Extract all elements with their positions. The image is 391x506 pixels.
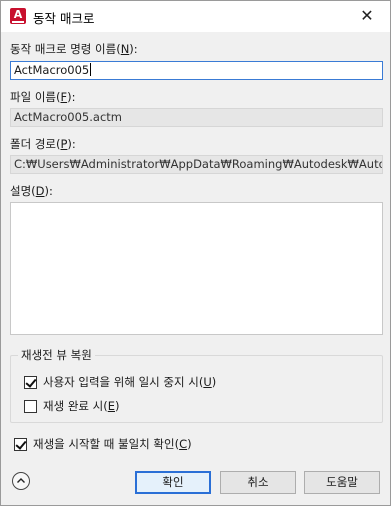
macro-name-label: 동작 매크로 명령 이름(N): bbox=[10, 42, 138, 56]
pause-for-input-label: 사용자 입력을 위해 일시 중지 시(U) bbox=[43, 375, 217, 389]
check-mismatch-label: 재생을 시작할 때 불일치 확인(C) bbox=[33, 437, 192, 451]
macro-name-input[interactable]: ActMacro005 bbox=[10, 61, 383, 80]
playback-complete-option[interactable]: 재생 완료 시(E) bbox=[24, 398, 120, 414]
autocad-app-icon: A bbox=[10, 8, 26, 24]
close-button[interactable]: ✕ bbox=[344, 1, 390, 32]
text-caret bbox=[90, 63, 92, 76]
playback-complete-label: 재생 완료 시(E) bbox=[43, 399, 120, 413]
action-macro-dialog: A 동작 매크로 ✕ 동작 매크로 명령 이름(N): ActMacro005 … bbox=[0, 0, 391, 506]
ok-button[interactable]: 확인 bbox=[135, 471, 211, 494]
description-textarea[interactable] bbox=[10, 202, 383, 335]
folder-path-label: 폴더 경로(P): bbox=[10, 137, 76, 151]
description-label: 설명(D): bbox=[10, 184, 53, 198]
file-name-label: 파일 이름(F): bbox=[10, 90, 76, 104]
collapse-button[interactable] bbox=[12, 472, 30, 490]
restore-view-group-title: 재생전 뷰 복원 bbox=[18, 347, 95, 363]
cancel-button[interactable]: 취소 bbox=[220, 471, 296, 494]
title-bar: A 동작 매크로 ✕ bbox=[1, 1, 390, 32]
check-mismatch-option[interactable]: 재생을 시작할 때 불일치 확인(C) bbox=[14, 436, 192, 452]
pause-for-input-option[interactable]: 사용자 입력을 위해 일시 중지 시(U) bbox=[24, 374, 216, 390]
check-mismatch-checkbox[interactable] bbox=[14, 437, 27, 451]
playback-complete-checkbox[interactable] bbox=[24, 399, 37, 413]
close-icon[interactable]: ✕ bbox=[360, 6, 373, 25]
folder-path-field[interactable]: C:₩Users₩Administrator₩AppData₩Roaming₩A… bbox=[10, 155, 383, 174]
file-name-field[interactable]: ActMacro005.actm bbox=[10, 108, 383, 127]
dialog-title: 동작 매크로 bbox=[33, 11, 95, 26]
help-button[interactable]: 도움말 bbox=[304, 471, 380, 494]
chevron-up-icon bbox=[17, 478, 25, 483]
pause-for-input-checkbox[interactable] bbox=[24, 375, 37, 389]
